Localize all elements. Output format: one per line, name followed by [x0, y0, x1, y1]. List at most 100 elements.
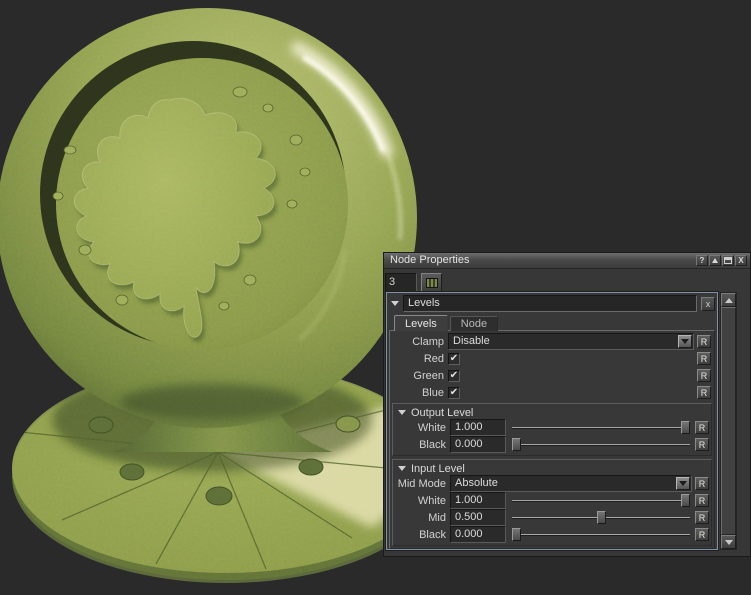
- output-level-section: Output Level White 1.000 R Black 0.000: [392, 403, 712, 456]
- remove-node-button[interactable]: x: [701, 297, 715, 311]
- tab-bar: Levels Node: [387, 313, 717, 331]
- input-white-slider[interactable]: [512, 494, 690, 507]
- black-label: Black: [394, 439, 450, 451]
- node-properties-panel: Node Properties ? X 3 Levels: [383, 252, 751, 557]
- input-level-title: Input Level: [411, 463, 465, 475]
- chevron-down-icon: [681, 339, 689, 344]
- help-button[interactable]: ?: [696, 255, 708, 266]
- red-channel-row: Red ✔ R: [392, 351, 712, 366]
- clamp-dropdown[interactable]: Disable: [448, 333, 694, 350]
- node-list-button[interactable]: [421, 273, 442, 292]
- scrollbar-thumb[interactable]: [721, 307, 736, 535]
- levels-group-title[interactable]: Levels: [403, 295, 697, 312]
- slider-handle[interactable]: [597, 511, 606, 524]
- collapse-triangle-icon[interactable]: [391, 301, 399, 306]
- input-black-slider[interactable]: [512, 528, 690, 541]
- clamp-row: Clamp Disable R: [392, 334, 712, 349]
- levels-group: Levels x Levels Node Clamp Disable: [386, 292, 718, 550]
- mid-mode-value: Absolute: [451, 476, 676, 491]
- output-level-header[interactable]: Output Level: [394, 405, 710, 420]
- input-black-field[interactable]: 0.000: [450, 526, 506, 543]
- slider-handle[interactable]: [512, 438, 521, 451]
- output-black-slider[interactable]: [512, 438, 690, 451]
- clamp-dropdown-button[interactable]: [678, 335, 692, 348]
- application-window: Node Properties ? X 3 Levels: [0, 0, 751, 595]
- blue-reset-button[interactable]: R: [697, 386, 711, 399]
- output-white-field[interactable]: 1.000: [450, 419, 506, 436]
- input-level-header[interactable]: Input Level: [394, 461, 710, 476]
- green-reset-button[interactable]: R: [697, 369, 711, 382]
- arrow-down-icon: [725, 540, 733, 545]
- levels-tab-pane: Clamp Disable R Red ✔: [389, 330, 715, 549]
- collapse-button[interactable]: [709, 255, 721, 266]
- input-white-reset-button[interactable]: R: [695, 494, 709, 507]
- black-label: Black: [394, 529, 450, 541]
- slider-track: [512, 444, 690, 445]
- input-mid-row: Mid 0.500 R: [394, 510, 710, 525]
- white-label: White: [394, 495, 450, 507]
- output-black-field[interactable]: 0.000: [450, 436, 506, 453]
- help-icon: ?: [700, 256, 705, 265]
- slider-track: [512, 534, 690, 535]
- check-icon: ✔: [450, 354, 458, 364]
- check-icon: ✔: [450, 371, 458, 381]
- input-mid-field[interactable]: 0.500: [450, 509, 506, 526]
- remove-icon: x: [706, 299, 711, 309]
- scroll-up-button[interactable]: [721, 293, 736, 307]
- white-label: White: [394, 422, 450, 434]
- slider-track: [512, 500, 690, 501]
- levels-group-header: Levels x: [387, 293, 717, 313]
- blue-label: Blue: [392, 387, 448, 399]
- tab-node[interactable]: Node: [450, 316, 498, 331]
- input-mid-reset-button[interactable]: R: [695, 511, 709, 524]
- close-icon: X: [738, 256, 743, 265]
- input-black-row: Black 0.000 R: [394, 527, 710, 542]
- node-thumbnail-icon: [426, 278, 438, 288]
- section-collapse-icon: [398, 466, 406, 471]
- panel-scrollbar[interactable]: [720, 292, 737, 550]
- blue-checkbox[interactable]: ✔: [448, 387, 460, 399]
- output-level-title: Output Level: [411, 407, 473, 419]
- output-white-row: White 1.000 R: [394, 420, 710, 435]
- input-white-row: White 1.000 R: [394, 493, 710, 508]
- green-checkbox[interactable]: ✔: [448, 370, 460, 382]
- input-level-section: Input Level Mid Mode Absolute R W: [392, 459, 712, 546]
- float-button[interactable]: [722, 255, 734, 266]
- mid-mode-reset-button[interactable]: R: [695, 477, 709, 490]
- arrow-up-icon: [725, 298, 733, 303]
- red-checkbox[interactable]: ✔: [448, 353, 460, 365]
- tab-levels[interactable]: Levels: [394, 315, 448, 331]
- green-label: Green: [392, 370, 448, 382]
- slider-handle[interactable]: [681, 421, 690, 434]
- slider-handle[interactable]: [512, 528, 521, 541]
- close-button[interactable]: X: [735, 255, 747, 266]
- input-white-field[interactable]: 1.000: [450, 492, 506, 509]
- blue-channel-row: Blue ✔ R: [392, 385, 712, 400]
- green-channel-row: Green ✔ R: [392, 368, 712, 383]
- mid-mode-label: Mid Mode: [394, 478, 450, 490]
- mid-label: Mid: [394, 512, 450, 524]
- output-white-reset-button[interactable]: R: [695, 421, 709, 434]
- collapse-icon: [712, 258, 718, 263]
- clamp-reset-button[interactable]: R: [697, 335, 711, 348]
- scroll-down-button[interactable]: [721, 535, 736, 549]
- red-reset-button[interactable]: R: [697, 352, 711, 365]
- clamp-value: Disable: [449, 334, 678, 349]
- slider-handle[interactable]: [681, 494, 690, 507]
- node-index-field[interactable]: 3: [385, 273, 417, 292]
- mid-mode-dropdown[interactable]: Absolute: [450, 475, 692, 492]
- mid-mode-row: Mid Mode Absolute R: [394, 476, 710, 491]
- mid-mode-dropdown-button[interactable]: [676, 477, 690, 490]
- panel-toolbar: 3: [384, 269, 750, 294]
- red-label: Red: [392, 353, 448, 365]
- float-window-icon: [724, 257, 732, 264]
- section-collapse-icon: [398, 410, 406, 415]
- check-icon: ✔: [450, 388, 458, 398]
- input-mid-slider[interactable]: [512, 511, 690, 524]
- slider-track: [512, 427, 690, 428]
- output-white-slider[interactable]: [512, 421, 690, 434]
- panel-title: Node Properties: [390, 253, 695, 268]
- output-black-reset-button[interactable]: R: [695, 438, 709, 451]
- input-black-reset-button[interactable]: R: [695, 528, 709, 541]
- panel-titlebar[interactable]: Node Properties ? X: [384, 253, 750, 269]
